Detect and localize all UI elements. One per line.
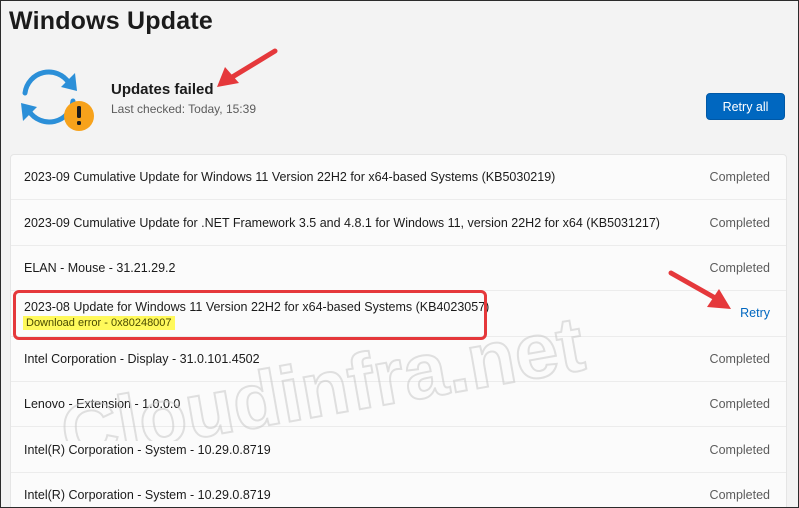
- update-list: 2023-09 Cumulative Update for Windows 11…: [10, 154, 787, 507]
- sync-warning-icon: [17, 67, 97, 133]
- download-error-text: Download error - 0x80248007: [23, 316, 175, 331]
- update-name: 2023-09 Cumulative Update for .NET Frame…: [24, 215, 660, 230]
- update-status: Completed: [709, 215, 770, 230]
- update-row-failed: 2023-08 Update for Windows 11 Version 22…: [11, 291, 786, 337]
- update-name: 2023-09 Cumulative Update for Windows 11…: [24, 170, 556, 185]
- update-status: Completed: [709, 351, 770, 366]
- update-row: Intel(R) Corporation - System - 10.29.0.…: [11, 473, 786, 507]
- update-row: Intel(R) Corporation - System - 10.29.0.…: [11, 427, 786, 473]
- page-title: Windows Update: [9, 7, 213, 35]
- update-name: ELAN - Mouse - 31.21.29.2: [24, 260, 176, 275]
- update-row: Intel Corporation - Display - 31.0.101.4…: [11, 337, 786, 382]
- update-status: Completed: [709, 397, 770, 412]
- update-status: Completed: [709, 487, 770, 502]
- update-row: 2023-09 Cumulative Update for .NET Frame…: [11, 200, 786, 246]
- update-status: Completed: [709, 260, 770, 275]
- update-name: Lenovo - Extension - 1.0.0.0: [24, 397, 181, 412]
- update-row: 2023-09 Cumulative Update for Windows 11…: [11, 155, 786, 201]
- retry-link[interactable]: Retry: [740, 306, 770, 320]
- update-name: Intel(R) Corporation - System - 10.29.0.…: [24, 442, 271, 457]
- update-row: ELAN - Mouse - 31.21.29.2 Completed: [11, 246, 786, 292]
- update-name: 2023-08 Update for Windows 11 Version 22…: [24, 300, 490, 315]
- update-status: Completed: [709, 442, 770, 457]
- update-status: Completed: [709, 170, 770, 185]
- annotation-arrow-icon: [217, 48, 278, 87]
- status-title: Updates failed: [111, 81, 214, 98]
- windows-update-page: Windows Update Updates failed Last check…: [0, 0, 799, 508]
- retry-all-button[interactable]: Retry all: [706, 93, 785, 120]
- last-checked-text: Last checked: Today, 15:39: [111, 102, 256, 116]
- update-name: Intel Corporation - Display - 31.0.101.4…: [24, 351, 260, 366]
- update-name: Intel(R) Corporation - System - 10.29.0.…: [24, 487, 271, 502]
- update-row: Lenovo - Extension - 1.0.0.0 Completed: [11, 382, 786, 428]
